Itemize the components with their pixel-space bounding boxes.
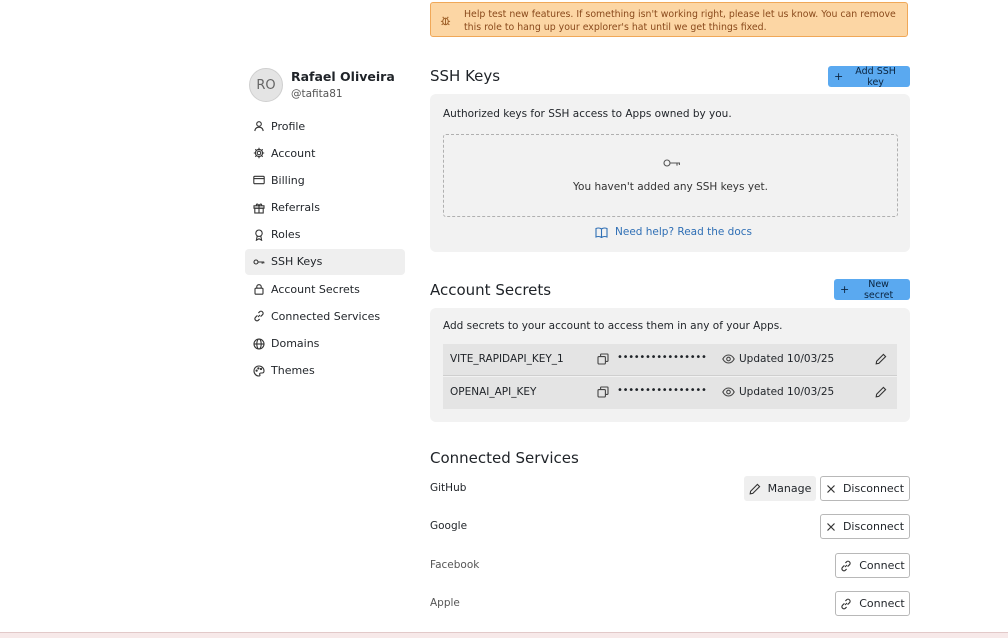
lock-icon bbox=[253, 283, 265, 295]
docs-help-link[interactable]: Need help? Read the docs bbox=[595, 226, 752, 238]
google-disconnect-button[interactable]: Disconnect bbox=[820, 514, 910, 539]
sidebar-item-account[interactable]: Account bbox=[245, 140, 405, 166]
copy-icon[interactable] bbox=[597, 386, 609, 401]
manage-label: Manage bbox=[767, 482, 812, 495]
copy-icon[interactable] bbox=[597, 353, 609, 368]
connect-label: Connect bbox=[859, 559, 905, 572]
service-name-facebook: Facebook bbox=[430, 559, 480, 571]
pencil-icon[interactable] bbox=[875, 386, 887, 401]
ssh-keys-title: SSH Keys bbox=[430, 67, 501, 85]
plus-icon: + bbox=[834, 70, 844, 83]
sidebar-item-ssh-keys[interactable]: SSH Keys bbox=[245, 248, 405, 275]
user-handle: @tafita81 bbox=[291, 88, 343, 100]
secret-masked-value: •••••••••••••••• bbox=[617, 385, 707, 396]
github-manage-button[interactable]: Manage bbox=[744, 476, 816, 501]
user-name: Rafael Oliveira bbox=[291, 69, 395, 84]
eye-icon[interactable] bbox=[722, 354, 735, 367]
sidebar-item-label: Account bbox=[271, 146, 316, 160]
connect-label: Connect bbox=[859, 597, 905, 610]
gift-icon bbox=[253, 202, 265, 214]
service-name-apple: Apple bbox=[430, 597, 460, 609]
sidebar-item-connected-services[interactable]: Connected Services bbox=[245, 303, 405, 329]
link-icon bbox=[253, 310, 265, 322]
sidebar-nav: Profile Account Billing Referrals Roles … bbox=[245, 113, 405, 385]
key-icon bbox=[253, 256, 265, 268]
gear-icon bbox=[253, 147, 265, 159]
facebook-connect-button[interactable]: Connect bbox=[835, 553, 910, 578]
window-bottom-edge bbox=[0, 632, 1008, 638]
sidebar-item-referrals[interactable]: Referrals bbox=[245, 195, 405, 221]
secret-row: OPENAI_API_KEY •••••••••••••••• Updated … bbox=[443, 377, 897, 409]
person-icon bbox=[253, 120, 265, 132]
docs-help-label: Need help? Read the docs bbox=[615, 226, 753, 238]
secret-updated: Updated 10/03/25 bbox=[739, 353, 835, 365]
new-secret-label: New secret bbox=[863, 278, 894, 301]
sidebar-item-roles[interactable]: Roles bbox=[245, 222, 405, 248]
service-name-google: Google bbox=[430, 520, 468, 532]
pencil-icon bbox=[749, 483, 761, 495]
banner-text: Help test new features. If something isn… bbox=[464, 9, 896, 33]
palette-icon bbox=[253, 365, 265, 377]
sidebar-item-domains[interactable]: Domains bbox=[245, 331, 405, 357]
sidebar-item-billing[interactable]: Billing bbox=[245, 167, 405, 193]
plus-icon: + bbox=[840, 283, 850, 296]
beta-banner: Help test new features. If something isn… bbox=[430, 2, 908, 37]
close-icon bbox=[826, 484, 836, 494]
secret-name: VITE_RAPIDAPI_KEY_1 bbox=[450, 353, 564, 365]
key-icon bbox=[663, 157, 681, 169]
account-secrets-title: Account Secrets bbox=[430, 281, 552, 299]
sidebar-item-label: Roles bbox=[271, 228, 301, 242]
sidebar-item-label: Domains bbox=[271, 337, 320, 350]
sidebar-item-label: Connected Services bbox=[271, 309, 381, 323]
ssh-keys-empty-text: You haven't added any SSH keys yet. bbox=[573, 181, 768, 193]
service-name-github: GitHub bbox=[430, 482, 467, 494]
ssh-keys-card: Authorized keys for SSH access to Apps o… bbox=[430, 94, 910, 252]
secret-masked-value: •••••••••••••••• bbox=[617, 352, 707, 363]
account-secrets-card: Add secrets to your account to access th… bbox=[430, 308, 910, 422]
add-ssh-key-label: Add SSH key bbox=[855, 65, 896, 88]
link-icon bbox=[840, 560, 852, 572]
eye-icon[interactable] bbox=[722, 387, 735, 400]
ssh-keys-empty-state: You haven't added any SSH keys yet. bbox=[443, 134, 898, 217]
disconnect-label: Disconnect bbox=[842, 482, 905, 495]
sidebar-item-account-secrets[interactable]: Account Secrets bbox=[245, 276, 405, 302]
sidebar-item-label: Billing bbox=[271, 173, 305, 187]
connected-services-title: Connected Services bbox=[430, 449, 579, 467]
disconnect-label: Disconnect bbox=[842, 520, 905, 533]
new-secret-button[interactable]: + New secret bbox=[834, 278, 910, 301]
github-disconnect-button[interactable]: Disconnect bbox=[820, 476, 910, 501]
secret-row: VITE_RAPIDAPI_KEY_1 •••••••••••••••• Upd… bbox=[443, 344, 897, 376]
secret-updated: Updated 10/03/25 bbox=[739, 386, 835, 398]
book-icon bbox=[595, 227, 608, 238]
sidebar-item-label: Referrals bbox=[271, 201, 320, 215]
sidebar-item-label: Themes bbox=[271, 364, 315, 378]
bug-icon bbox=[440, 15, 451, 26]
badge-icon bbox=[253, 229, 265, 241]
avatar: RO bbox=[249, 68, 283, 102]
credit-card-icon bbox=[253, 174, 265, 186]
sidebar-item-profile[interactable]: Profile bbox=[245, 113, 405, 139]
sidebar-item-label: SSH Keys bbox=[271, 255, 323, 269]
pencil-icon[interactable] bbox=[875, 353, 887, 368]
secret-name: OPENAI_API_KEY bbox=[450, 386, 537, 398]
sidebar-item-themes[interactable]: Themes bbox=[245, 358, 405, 384]
sidebar-item-label: Account Secrets bbox=[271, 282, 360, 296]
close-icon bbox=[826, 522, 836, 532]
apple-connect-button[interactable]: Connect bbox=[835, 591, 910, 616]
ssh-keys-description: Authorized keys for SSH access to Apps o… bbox=[443, 108, 732, 120]
globe-icon bbox=[253, 337, 265, 350]
link-icon bbox=[840, 598, 852, 610]
add-ssh-key-button[interactable]: + Add SSH key bbox=[828, 65, 910, 88]
sidebar-item-label: Profile bbox=[271, 119, 306, 133]
account-secrets-description: Add secrets to your account to access th… bbox=[443, 320, 783, 332]
